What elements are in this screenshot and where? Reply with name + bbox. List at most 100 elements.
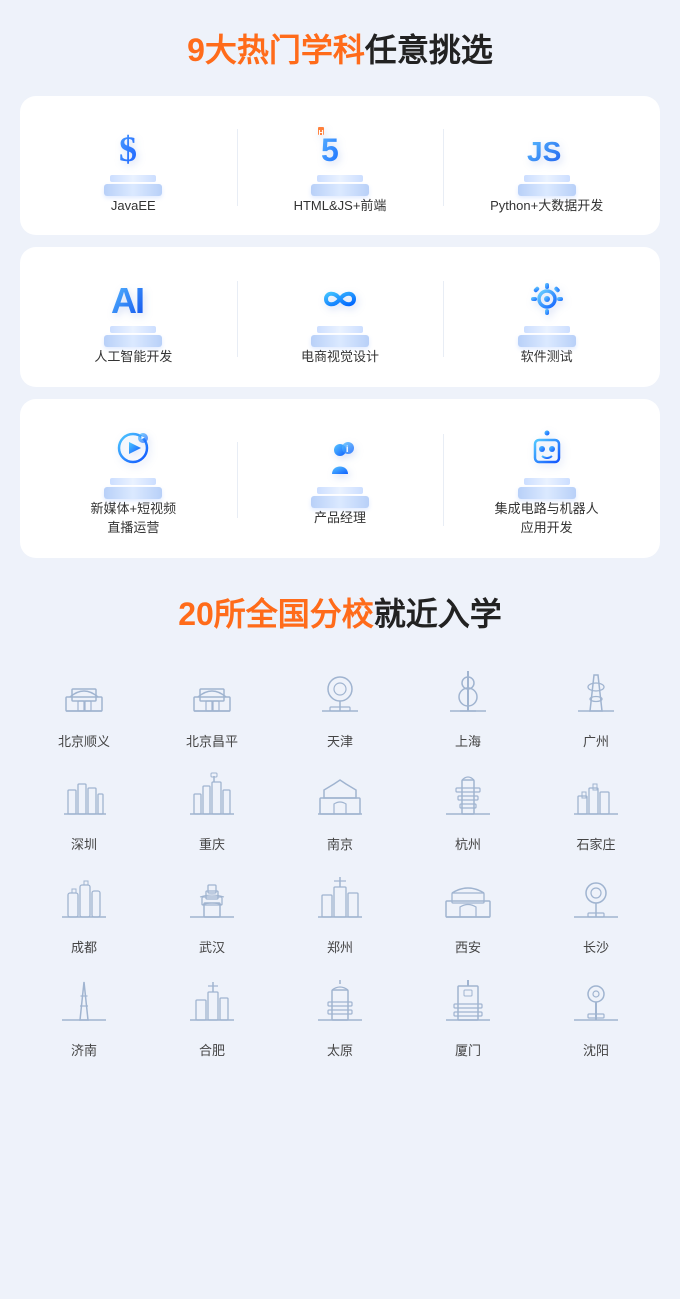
subject-javaee[interactable]: $ JavaEE [30, 120, 237, 216]
shenyang-icon [570, 976, 622, 1028]
city-nanjing-label: 南京 [327, 834, 353, 853]
city-hangzhou-label: 杭州 [455, 834, 481, 853]
city-hefei-label: 合肥 [199, 1040, 225, 1059]
subject-product[interactable]: i 产品经理 [237, 432, 444, 528]
city-wuhan[interactable]: 武汉 [148, 869, 276, 956]
chongqing-icon [186, 770, 238, 822]
guangzhou-icon [570, 667, 622, 719]
city-wuhan-label: 武汉 [199, 937, 225, 956]
shenzhen-icon [58, 770, 110, 822]
chengdu-icon [58, 873, 110, 925]
city-shanghai[interactable]: 上海 [404, 663, 532, 750]
subject-python[interactable]: JS Python+大数据开发 [443, 120, 650, 216]
city-changsha-label: 长沙 [583, 937, 609, 956]
subject-design[interactable]: 电商视觉设计 [237, 271, 444, 367]
python-icon: JS [509, 120, 585, 196]
html-icon: 5 H [302, 120, 378, 196]
section2-title-highlight: 20所全国分校 [178, 596, 374, 632]
city-beijing-shunyi-label: 北京顺义 [58, 731, 110, 750]
city-beijing-shunyi[interactable]: 北京顺义 [20, 663, 148, 750]
taiyuan-icon [314, 976, 366, 1028]
javaee-icon: $ [95, 120, 171, 196]
city-shijiazhuang-label: 石家庄 [576, 834, 615, 853]
javaee-label: JavaEE [111, 196, 156, 216]
city-chongqing-label: 重庆 [199, 834, 225, 853]
city-chongqing[interactable]: 重庆 [148, 766, 276, 853]
city-taiyuan-label: 太原 [327, 1040, 353, 1059]
wuhan-icon [186, 873, 238, 925]
city-tianjin[interactable]: 天津 [276, 663, 404, 750]
section2-title-rest: 就近入学 [374, 596, 502, 632]
city-shenzhen-label: 深圳 [71, 834, 97, 853]
subject-row-2: AI 人工智能开发 [20, 247, 660, 387]
hangzhou-icon [442, 770, 494, 822]
subject-html[interactable]: 5 H HTML&JS+前端 [237, 120, 444, 216]
city-shanghai-label: 上海 [455, 731, 481, 750]
city-jinan[interactable]: 济南 [20, 972, 148, 1059]
design-icon [302, 271, 378, 347]
city-taiyuan[interactable]: 太原 [276, 972, 404, 1059]
svg-text:JS: JS [527, 136, 561, 167]
subject-media[interactable]: 新媒体+短视频 直播运营 [30, 423, 237, 538]
shijiazhuang-icon [570, 770, 622, 822]
nanjing-icon [314, 770, 366, 822]
city-hangzhou[interactable]: 杭州 [404, 766, 532, 853]
section1-title: 9大热门学科任意挑选 [20, 30, 660, 72]
subject-row-3: 新媒体+短视频 直播运营 [20, 399, 660, 558]
city-tianjin-label: 天津 [327, 731, 353, 750]
city-shenyang-label: 沈阳 [583, 1040, 609, 1059]
tianjin-icon [314, 667, 366, 719]
robot-icon [509, 423, 585, 499]
shanghai-icon [442, 667, 494, 719]
section2-title: 20所全国分校就近入学 [20, 594, 660, 636]
city-guangzhou-label: 广州 [583, 731, 609, 750]
city-chengdu[interactable]: 成都 [20, 869, 148, 956]
city-shenyang[interactable]: 沈阳 [532, 972, 660, 1059]
city-hefei[interactable]: 合肥 [148, 972, 276, 1059]
svg-text:H: H [319, 130, 324, 137]
media-icon [95, 423, 171, 499]
product-label: 产品经理 [314, 508, 366, 528]
city-xiamen[interactable]: 厦门 [404, 972, 532, 1059]
city-jinan-label: 济南 [71, 1040, 97, 1059]
svg-text:5: 5 [321, 132, 339, 168]
beijing-changping-icon [186, 667, 238, 719]
city-zhengzhou[interactable]: 郑州 [276, 869, 404, 956]
xiamen-icon [442, 976, 494, 1028]
city-chengdu-label: 成都 [71, 937, 97, 956]
media-label: 新媒体+短视频 直播运营 [91, 499, 177, 538]
subject-row-1: $ JavaEE [20, 96, 660, 236]
section1-title-highlight: 9大热门学科 [187, 32, 365, 68]
svg-text:i: i [346, 444, 349, 454]
robot-label: 集成电路与机器人 应用开发 [495, 499, 599, 538]
city-xian[interactable]: 西安 [404, 869, 532, 956]
city-nanjing[interactable]: 南京 [276, 766, 404, 853]
ai-icon: AI [95, 271, 171, 347]
city-guangzhou[interactable]: 广州 [532, 663, 660, 750]
ai-label: 人工智能开发 [94, 347, 172, 367]
python-label: Python+大数据开发 [490, 196, 603, 216]
xian-icon [442, 873, 494, 925]
test-icon [509, 271, 585, 347]
section1-title-rest: 任意挑选 [365, 32, 493, 68]
city-xiamen-label: 厦门 [455, 1040, 481, 1059]
subject-robot[interactable]: 集成电路与机器人 应用开发 [443, 423, 650, 538]
subject-grid: $ JavaEE [20, 96, 660, 558]
city-changsha[interactable]: 长沙 [532, 869, 660, 956]
beijing-shunyi-icon [58, 667, 110, 719]
subject-test[interactable]: 软件测试 [443, 271, 650, 367]
changsha-icon [570, 873, 622, 925]
city-zhengzhou-label: 郑州 [327, 937, 353, 956]
city-xian-label: 西安 [455, 937, 481, 956]
design-label: 电商视觉设计 [301, 347, 379, 367]
city-beijing-changping-label: 北京昌平 [186, 731, 238, 750]
city-shenzhen[interactable]: 深圳 [20, 766, 148, 853]
subject-ai[interactable]: AI 人工智能开发 [30, 271, 237, 367]
html-label: HTML&JS+前端 [294, 196, 387, 216]
city-shijiazhuang[interactable]: 石家庄 [532, 766, 660, 853]
jinan-icon [58, 976, 110, 1028]
hefei-icon [186, 976, 238, 1028]
city-grid: 北京顺义 北京昌平 [20, 663, 660, 1059]
city-beijing-changping[interactable]: 北京昌平 [148, 663, 276, 750]
zhengzhou-icon [314, 873, 366, 925]
